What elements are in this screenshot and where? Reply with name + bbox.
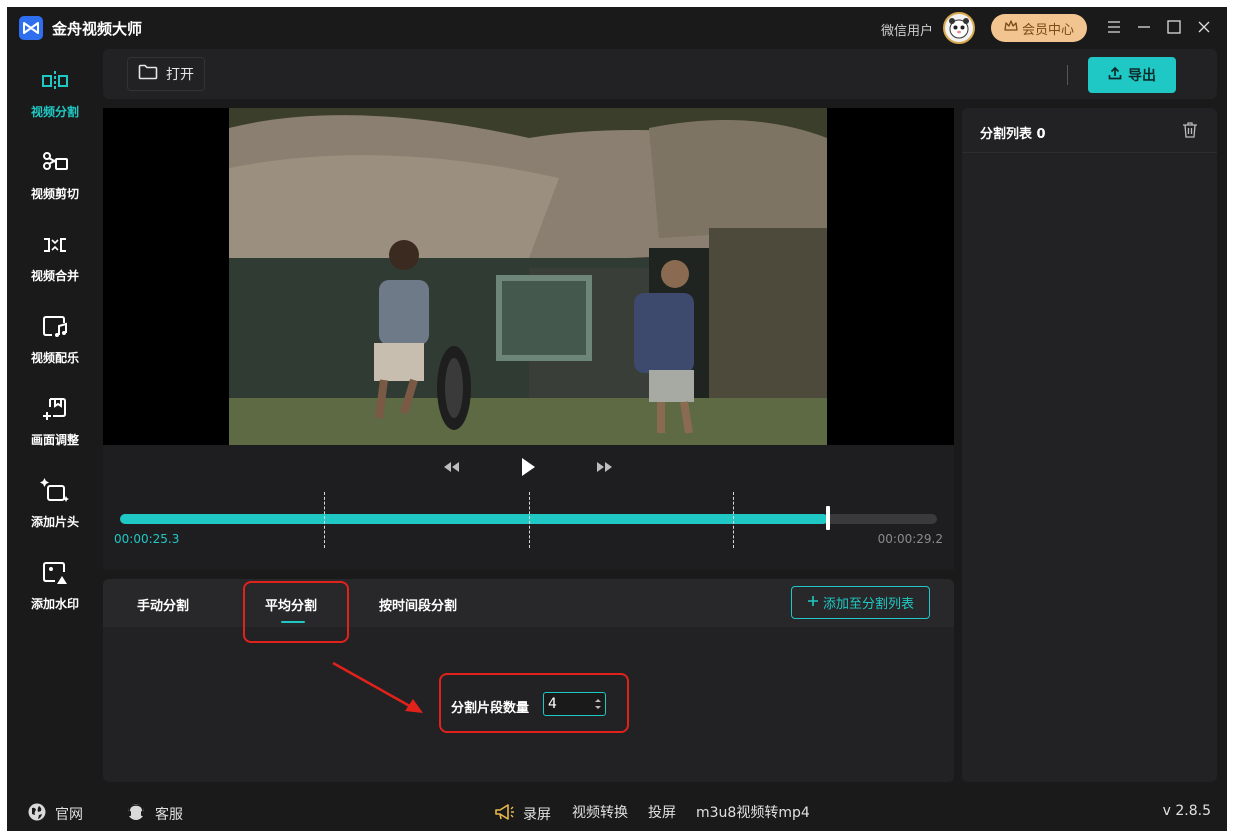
watermark-icon [39,557,71,589]
add-to-split-list-label: 添加至分割列表 [822,597,914,612]
trash-icon[interactable] [1182,121,1198,139]
rewind-icon[interactable] [439,455,463,479]
split-marker [324,492,326,548]
split-icon [39,65,71,97]
title-bar: 金舟视频大师 微信用户 会员中心 [7,7,1227,49]
plus-icon [807,595,819,611]
support-label: 客服 [155,807,183,823]
sidebar-item-add-watermark[interactable]: 添加水印 [7,547,103,621]
vip-center-label: 会员中心 [1021,22,1074,38]
intro-icon [39,475,71,507]
timeline[interactable]: 00:00:25.3 00:00:29.2 [103,489,954,570]
merge-icon [39,229,71,261]
cast-screen-label: 投屏 [648,805,676,821]
split-marker [528,492,530,548]
split-count-value: 4 [548,696,557,712]
sidebar-item-label: 视频分割 [30,105,79,119]
sidebar-item-label: 视频剪切 [30,187,79,201]
sidebar-item-video-split[interactable]: 视频分割 [7,55,103,129]
play-icon[interactable] [516,455,540,479]
sidebar-item-add-intro[interactable]: 添加片头 [7,465,103,539]
video-convert-link[interactable]: 视频转换 [572,802,628,822]
menu-icon[interactable] [1103,16,1125,38]
scissors-icon [39,147,71,179]
folder-icon [138,64,158,84]
sidebar-item-label: 添加片头 [30,515,79,529]
playhead-handle[interactable] [825,506,830,530]
website-link[interactable]: 官网 [27,802,83,826]
split-marker [732,492,734,548]
crown-icon [1004,20,1018,36]
app-title: 金舟视频大师 [52,20,143,38]
website-label: 官网 [55,807,83,823]
spin-stepper-icon[interactable] [594,695,602,713]
screen-record-link[interactable]: 录屏 [493,802,551,826]
sidebar-item-label: 视频合并 [30,269,79,283]
annotation-highlight-tab [243,581,349,643]
headset-icon [125,802,147,826]
playback-controls [103,445,954,489]
globe-icon [27,802,47,826]
tab-time-range-split[interactable]: 按时间段分割 [379,595,457,614]
video-player: 00:00:25.3 00:00:29.2 [103,108,954,570]
progress-fill [120,514,828,524]
sidebar-item-video-merge[interactable]: 视频合并 [7,219,103,293]
maximize-icon[interactable] [1163,16,1185,38]
video-convert-label: 视频转换 [572,805,628,821]
user-name[interactable]: 微信用户 [881,20,933,39]
screen-record-label: 录屏 [523,807,551,823]
video-frame [229,108,827,445]
open-label: 打开 [166,67,194,83]
split-list-title: 分割列表 0 [980,127,1046,142]
list-divider [962,152,1217,153]
annotation-arrow-icon [332,661,423,713]
split-count-label: 分割片段数量 [451,701,530,716]
sidebar-item-video-cut[interactable]: 视频剪切 [7,137,103,211]
music-icon [39,311,71,343]
app-logo-icon [19,16,43,40]
toolbar-divider [1067,65,1068,85]
video-viewport [103,108,954,445]
split-list-panel: 分割列表 0 [962,108,1217,782]
upload-icon [1108,66,1122,84]
close-icon[interactable] [1193,16,1215,38]
vip-center-button[interactable]: 会员中心 [991,14,1087,42]
avatar[interactable] [943,12,975,44]
adjust-icon [39,393,71,425]
cast-screen-link[interactable]: 投屏 [648,802,676,822]
app-window: 金舟视频大师 微信用户 会员中心 视频分割 视频剪切 视频合并 视频配乐 画面调… [7,7,1227,831]
megaphone-icon [493,802,515,826]
support-link[interactable]: 客服 [125,802,183,826]
split-tabs: 手动分割 平均分割 按时间段分割 添加至分割列表 [103,579,954,627]
export-button[interactable]: 导出 [1088,57,1176,93]
split-count-input[interactable]: 4 [543,692,606,716]
tab-manual-split[interactable]: 手动分割 [137,595,189,614]
current-time: 00:00:25.3 [114,532,180,546]
sidebar-item-label: 画面调整 [30,433,79,447]
m3u8-to-mp4-link[interactable]: m3u8视频转mp4 [696,802,810,822]
open-button[interactable]: 打开 [127,57,205,91]
minimize-icon[interactable] [1133,16,1155,38]
sidebar-item-label: 添加水印 [30,597,79,611]
sidebar-item-picture-adjust[interactable]: 画面调整 [7,383,103,457]
sidebar-item-video-music[interactable]: 视频配乐 [7,301,103,375]
top-toolbar: 打开 导出 [103,49,1217,99]
export-label: 导出 [1128,68,1156,84]
footer-bar: 官网 客服 录屏 视频转换 投屏 m3u8视频转mp4 v 2.8.5 [7,791,1227,831]
total-time: 00:00:29.2 [877,532,943,546]
sidebar-item-label: 视频配乐 [30,351,79,365]
fast-forward-icon[interactable] [593,455,617,479]
split-panel: 手动分割 平均分割 按时间段分割 添加至分割列表 分割片段数量 4 [103,579,954,782]
add-to-split-list-button[interactable]: 添加至分割列表 [791,586,930,619]
m3u8-to-mp4-label: m3u8视频转mp4 [696,805,810,821]
app-version: v 2.8.5 [1162,803,1211,819]
